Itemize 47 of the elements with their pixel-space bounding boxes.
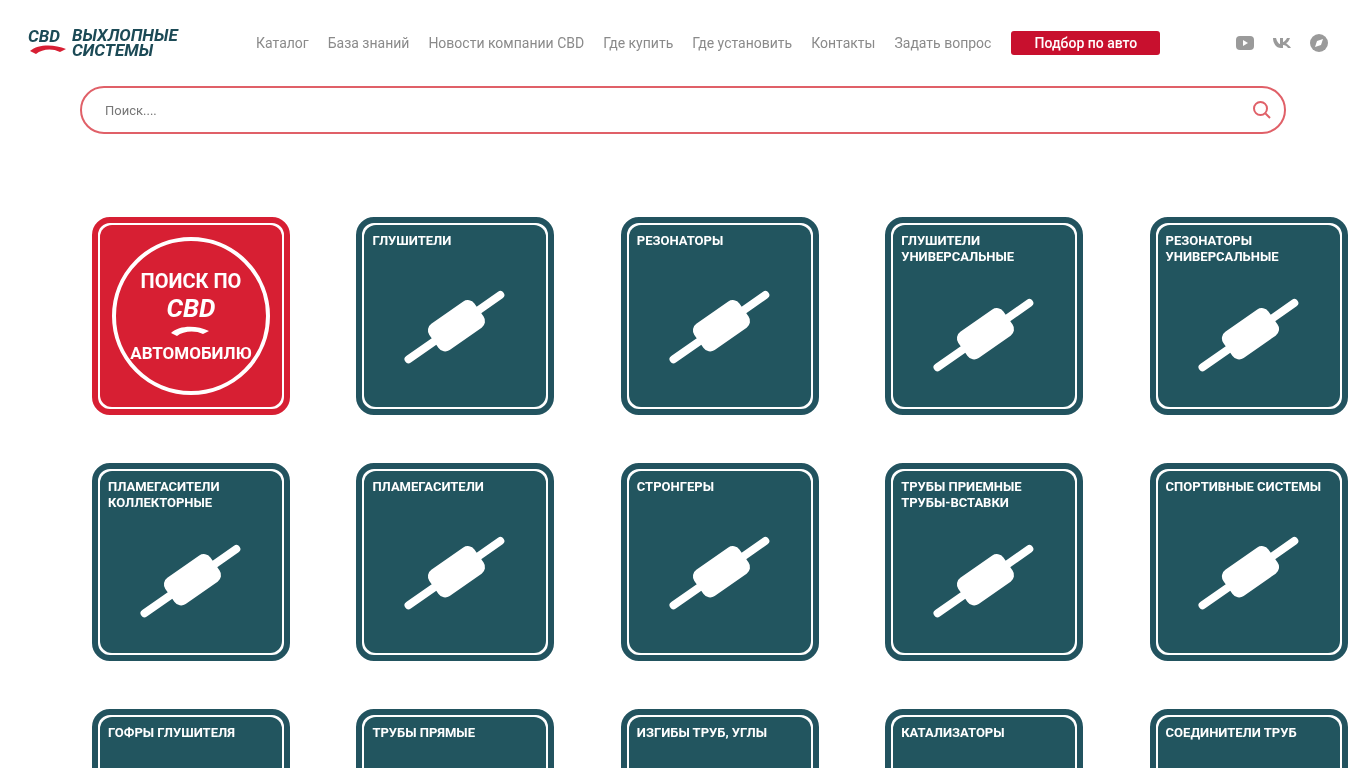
tile-title: СОЕДИНИТЕЛИ ТРУБ	[1165, 725, 1298, 741]
car-selection-button[interactable]: Подбор по авто	[1011, 31, 1161, 55]
nav-link[interactable]: Задать вопрос	[894, 32, 992, 54]
nav-link[interactable]: Контакты	[811, 32, 876, 54]
search-by-car-tile[interactable]: ПОИСК ПО CBD АВТОМОБИЛЮ	[92, 217, 290, 415]
tile-title: ГОФРЫ ГЛУШИТЕЛЯ	[108, 725, 236, 741]
category-tile[interactable]: РЕЗОНАТОРЫ УНИВЕРСАЛЬНЫЕ	[1149, 217, 1348, 415]
search-field[interactable]: Поиск....	[80, 86, 1286, 134]
logo-text: СИСТЕМЫ	[72, 43, 154, 58]
nav-link[interactable]: Каталог	[256, 32, 309, 54]
video-play-icon[interactable]	[1236, 36, 1254, 50]
tile-title: ИЗГИБЫ ТРУБ, УГЛЫ	[636, 725, 769, 741]
badge-text: АВТОМОБИЛЮ	[130, 344, 252, 362]
category-tile[interactable]: СПОРТИВНЫЕ СИСТЕМЫ	[1149, 463, 1348, 661]
category-tile[interactable]: ГОФРЫ ГЛУШИТЕЛЯ	[92, 709, 290, 768]
search-icon[interactable]	[1252, 100, 1272, 120]
compass-icon[interactable]	[1310, 34, 1328, 52]
category-tile[interactable]: ГЛУШИТЕЛИ	[356, 217, 555, 415]
nav-link[interactable]: Где купить	[603, 32, 674, 54]
badge-text: ПОИСК ПО	[140, 270, 242, 291]
logo-brand: CBD	[28, 28, 62, 44]
tile-title: СТРОНГЕРЫ	[636, 479, 715, 495]
category-tile[interactable]: КАТАЛИЗАТОРЫ	[885, 709, 1084, 768]
tile-title: ТРУБЫ ПРЯМЫЕ	[372, 725, 476, 741]
tile-title: ТРУБЫ ПРИЕМНЫЕ ТРУБЫ-ВСТАВКИ	[901, 479, 1023, 511]
tile-title: РЕЗОНАТОРЫ УНИВЕРСАЛЬНЫЕ	[1165, 233, 1280, 265]
tile-title: ПЛАМЕГАСИТЕЛИ	[372, 479, 485, 495]
category-tile[interactable]: ГЛУШИТЕЛИ УНИВЕРСАЛЬНЫЕ	[885, 217, 1084, 415]
nav-link[interactable]: Новости компании CBD	[428, 32, 585, 54]
category-tile[interactable]: СТРОНГЕРЫ	[620, 463, 819, 661]
vk-icon[interactable]	[1272, 37, 1292, 49]
category-tile[interactable]: СОЕДИНИТЕЛИ ТРУБ	[1149, 709, 1348, 768]
badge-brand: CBD	[166, 294, 216, 321]
tile-title: ГЛУШИТЕЛИ УНИВЕРСАЛЬНЫЕ	[901, 233, 1016, 265]
tile-title: СПОРТИВНЫЕ СИСТЕМЫ	[1165, 479, 1323, 495]
category-tile[interactable]: РЕЗОНАТОРЫ	[620, 217, 819, 415]
tile-title: КАТАЛИЗАТОРЫ	[901, 725, 1006, 741]
tile-title: РЕЗОНАТОРЫ	[636, 233, 725, 249]
category-tile[interactable]: ИЗГИБЫ ТРУБ, УГЛЫ	[620, 709, 819, 768]
tile-title: ПЛАМЕГАСИТЕЛИ КОЛЛЕКТОРНЫЕ	[108, 479, 221, 511]
category-tile[interactable]: ПЛАМЕГАСИТЕЛИ	[356, 463, 555, 661]
category-tile[interactable]: ТРУБЫ ПРИЕМНЫЕ ТРУБЫ-ВСТАВКИ	[885, 463, 1084, 661]
category-tile[interactable]: ТРУБЫ ПРЯМЫЕ	[356, 709, 555, 768]
logo-text: ВЫХЛОПНЫЕ	[72, 28, 178, 43]
nav-link[interactable]: База знаний	[327, 32, 410, 54]
category-tile[interactable]: ПЛАМЕГАСИТЕЛИ КОЛЛЕКТОРНЫЕ	[92, 463, 290, 661]
tile-title: ГЛУШИТЕЛИ	[372, 233, 453, 249]
